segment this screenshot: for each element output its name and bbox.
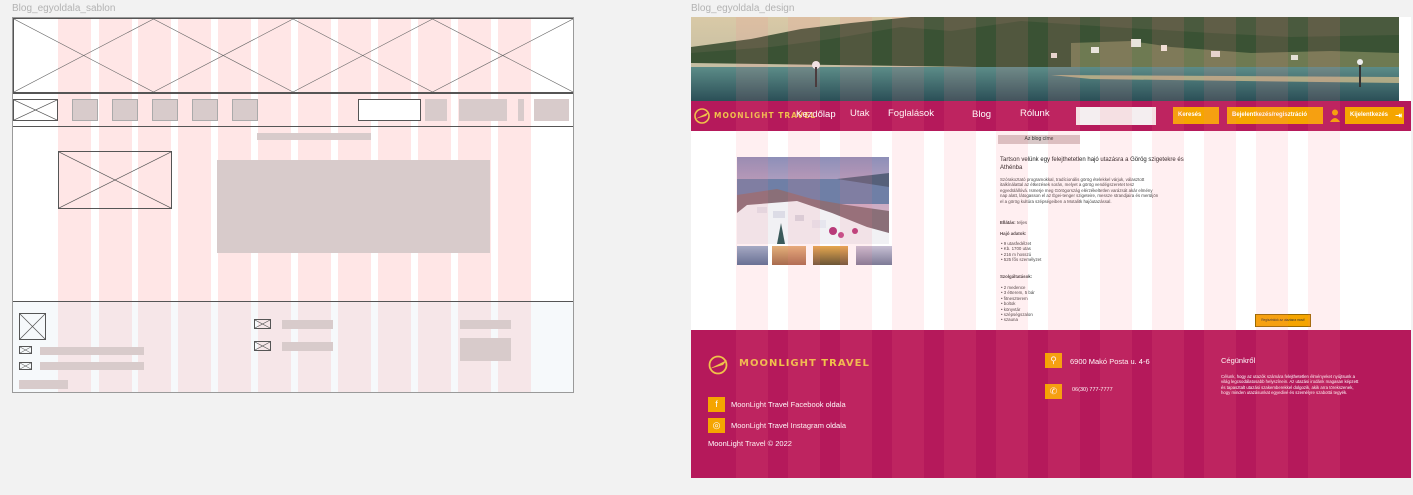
text-line-placeholder	[460, 320, 511, 329]
logout-icon: ⇥	[1395, 111, 1402, 120]
user-icon[interactable]	[1330, 109, 1340, 122]
footer: MOONLIGHT TRAVEL f MoonLight Travel Face…	[691, 330, 1411, 478]
list-item: • 525 fős személyzet	[1001, 257, 1042, 263]
text-line-placeholder	[19, 380, 68, 389]
title-placeholder	[257, 133, 371, 140]
logout-button-label: Kijelentkezés	[1350, 112, 1389, 118]
design-frame: MOONLIGHT TRAVEL Kezdőlap Utak Foglaláso…	[691, 17, 1411, 478]
button-placeholder	[534, 99, 569, 121]
image-placeholder	[58, 151, 172, 209]
text-line-placeholder	[40, 362, 144, 370]
nav-link-placeholder	[112, 99, 138, 121]
text-line-placeholder	[282, 342, 333, 351]
nav-link-utak[interactable]: Utak	[850, 108, 870, 119]
phone-icon: ✆	[1045, 384, 1062, 399]
gallery-thumbnail[interactable]	[856, 246, 892, 265]
about-title: Cégünkről	[1221, 356, 1256, 365]
instagram-link[interactable]: MoonLight Travel Instagram oldala	[731, 421, 846, 430]
text-block-placeholder	[217, 160, 490, 253]
button-placeholder	[459, 99, 507, 121]
placeholder-x-icon	[59, 152, 171, 208]
blog-title-badge: Az blog címe	[998, 135, 1080, 144]
instagram-icon[interactable]: ◎	[708, 418, 725, 433]
board-label: Ellátás:	[1000, 220, 1016, 225]
mail-icon	[19, 362, 32, 370]
text-line-placeholder	[40, 347, 144, 355]
mail-icon	[254, 341, 271, 351]
footer-brand-name: MOONLIGHT TRAVEL	[739, 358, 870, 369]
search-input-placeholder	[358, 99, 421, 121]
nav-link-foglalasok[interactable]: Foglalások	[888, 108, 934, 119]
list-item: • szauna	[1001, 317, 1018, 323]
search-input[interactable]	[1076, 107, 1156, 125]
nav-link-rolunk[interactable]: Rólunk	[1020, 108, 1050, 119]
location-pin-icon: ⚲	[1045, 353, 1062, 368]
about-text: Célunk, hogy az utazók számára felejthet…	[1221, 374, 1359, 396]
board-value: teljes	[1016, 220, 1028, 225]
facebook-link[interactable]: MoonLight Travel Facebook oldala	[731, 400, 846, 409]
gallery-thumbnail[interactable]	[813, 246, 848, 265]
mail-icon	[19, 346, 32, 354]
ship-data-list: • 9 utasfedélzet • Kb. 1700 utas • 216 m…	[1001, 241, 1041, 263]
board-info: Ellátás: teljes	[1000, 220, 1027, 225]
footer-address: 6900 Makó Posta u. 4-6	[1070, 357, 1150, 366]
wireframe-frame	[12, 17, 574, 393]
ship-data-heading: Hajó adatok:	[1000, 231, 1027, 236]
copyright-text: MoonLight Travel © 2022	[708, 439, 792, 448]
text-line-placeholder	[282, 320, 333, 329]
airplane-globe-logo-icon[interactable]	[693, 107, 711, 125]
nav-link-placeholder	[192, 99, 218, 121]
gallery-thumbnail[interactable]	[772, 246, 806, 265]
hero-image-placeholder	[13, 18, 573, 93]
logout-button[interactable]: Kijelentkezés ⇥	[1345, 107, 1404, 124]
footer-logo-placeholder	[19, 313, 46, 340]
footer-phone: 06(30) 777-7777	[1072, 387, 1113, 393]
nav-link-placeholder	[232, 99, 258, 121]
logo-placeholder	[13, 99, 58, 121]
blog-main-image	[737, 157, 889, 244]
button-placeholder	[425, 99, 447, 121]
text-block-placeholder	[460, 338, 511, 361]
nav-link-blog[interactable]: Blog	[972, 109, 991, 120]
icon-placeholder	[518, 99, 524, 121]
placeholder-x-icon	[20, 314, 45, 339]
blog-heading: Tartson velünk egy felejthetetlen hajó u…	[1000, 157, 1184, 171]
hero-image	[691, 17, 1399, 101]
services-list: • 2 medence • 3 étterem, 5 bár • fitnesz…	[1001, 285, 1035, 323]
login-register-button[interactable]: Bejelentkezés/regisztráció	[1227, 107, 1323, 124]
nav-link-placeholder	[72, 99, 98, 121]
register-trip-button[interactable]: Regisztrálok az utazásra most!	[1255, 314, 1311, 327]
mail-icon	[254, 319, 271, 329]
template-frame-label: Blog_egyoldala_sablon	[12, 3, 116, 14]
blog-intro: Szórakoztató programokkal, tradícionális…	[1000, 177, 1159, 204]
nav-link-kezdolap[interactable]: Kezdőlap	[796, 109, 836, 120]
nav-link-placeholder	[152, 99, 178, 121]
main-nav-bar: MOONLIGHT TRAVEL Kezdőlap Utak Foglaláso…	[691, 101, 1411, 131]
placeholder-x-icon	[14, 19, 573, 92]
search-button[interactable]: Keresés	[1173, 107, 1219, 124]
services-heading: Szolgáltatások:	[1000, 274, 1033, 279]
design-frame-label: Blog_egyoldala_design	[691, 3, 795, 14]
gallery-thumbnail[interactable]	[737, 246, 768, 265]
facebook-icon[interactable]: f	[708, 397, 725, 412]
footer-logo-icon	[707, 354, 729, 376]
placeholder-x-icon	[14, 100, 57, 120]
